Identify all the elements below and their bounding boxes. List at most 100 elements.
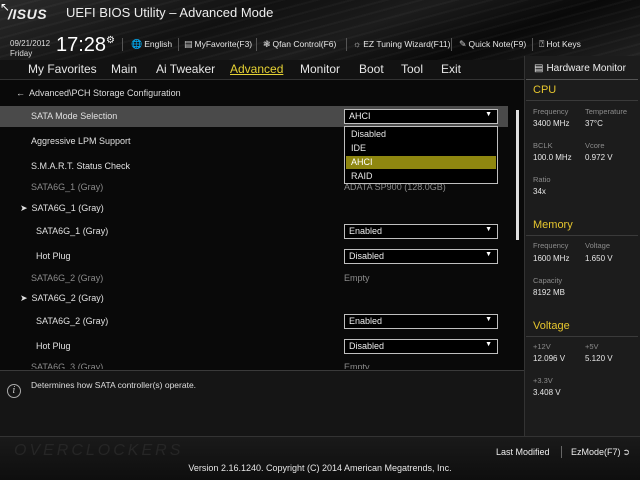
menu-tab-monitor[interactable]: Monitor <box>300 62 340 76</box>
expand-arrow-icon: ➤ <box>20 293 28 303</box>
exit-icon: ➲ <box>622 447 631 457</box>
globe-icon: 🌐 <box>131 39 143 49</box>
menu-tab-tool[interactable]: Tool <box>401 62 423 76</box>
dropdown-arrow-icon: ▼ <box>485 341 492 348</box>
sata6g-2-device: Empty <box>344 273 370 283</box>
monitor-icon: ▤ <box>184 39 193 49</box>
ezmode-button[interactable]: EzMode(F7) ➲ <box>571 447 630 458</box>
asus-logo: /ISUS <box>8 6 48 22</box>
monitor-icon: ▤ <box>534 63 544 74</box>
divider <box>526 79 638 80</box>
sata6g-2-hotplug-dropdown[interactable]: Disabled ▼ <box>344 339 498 354</box>
sata6g-1-enable-label[interactable]: SATA6G_1 (Gray) <box>36 226 108 236</box>
cpu-frequency-value: 3400 MHz <box>533 119 570 128</box>
hot-keys-button[interactable]: ⍰ Hot Keys <box>539 39 581 50</box>
gear-icon[interactable]: ⚙ <box>106 35 115 46</box>
toolbar-divider <box>256 38 257 51</box>
sata6g-1-enable-dropdown[interactable]: Enabled ▼ <box>344 224 498 239</box>
expand-arrow-icon: ➤ <box>20 203 28 213</box>
quick-note-button[interactable]: ✎ Quick Note(F9) <box>459 39 526 50</box>
last-modified-button[interactable]: Last Modified <box>496 447 550 457</box>
info-icon: i <box>7 384 21 398</box>
toolbar-divider <box>346 38 347 51</box>
cpu-ratio-label: Ratio <box>533 175 551 184</box>
voltage-3v3-label: +3.3V <box>533 376 553 385</box>
sata6g-1-info-label: SATA6G_1 (Gray) <box>31 182 104 192</box>
sata6g-2-info-label: SATA6G_2 (Gray) <box>31 273 104 283</box>
voltage-section-title: Voltage <box>533 320 570 332</box>
smart-status-label[interactable]: S.M.A.R.T. Status Check <box>31 161 130 171</box>
option-ahci[interactable]: AHCI <box>346 156 496 169</box>
cpu-temperature-label: Temperature <box>585 107 628 116</box>
voltage-5v-label: +5V <box>585 342 599 351</box>
language-button[interactable]: 🌐 English <box>131 39 172 50</box>
toolbar-divider <box>122 38 123 51</box>
voltage-12v-label: +12V <box>533 342 551 351</box>
dropdown-arrow-icon: ▼ <box>485 316 492 323</box>
memory-frequency-value: 1600 MHz <box>533 254 570 263</box>
dropdown-arrow-icon: ▼ <box>485 251 492 258</box>
date-text: 09/21/2012 <box>10 39 51 48</box>
help-icon: ⍰ <box>539 39 545 49</box>
sata6g-1-hotplug-label[interactable]: Hot Plug <box>36 251 71 261</box>
sata6g-3-device: Empty <box>344 362 370 369</box>
ez-tuning-wizard-button[interactable]: ☼ EZ Tuning Wizard(F11) <box>353 39 450 49</box>
dropdown-arrow-icon: ▼ <box>485 111 492 118</box>
sata6g-3-info-label: SATA6G_3 (Gray) <box>31 362 104 369</box>
footer-divider <box>561 446 562 458</box>
sata6g-2-hotplug-label[interactable]: Hot Plug <box>36 341 71 351</box>
sata-mode-label[interactable]: SATA Mode Selection <box>31 111 117 121</box>
sata-mode-dropdown[interactable]: AHCI ▼ <box>344 109 498 124</box>
cpu-vcore-value: 0.972 V <box>585 153 613 162</box>
menu-tab-ai-tweaker[interactable]: Ai Tweaker <box>156 62 215 76</box>
menu-tab-advanced[interactable]: Advanced <box>230 62 283 76</box>
menu-tab-my-favorites[interactable]: My Favorites <box>28 62 97 76</box>
dropdown-arrow-icon: ▼ <box>485 226 492 233</box>
date-display: 09/21/2012 Friday <box>10 40 50 58</box>
sata6g-1-hotplug-dropdown[interactable]: Disabled ▼ <box>344 249 498 264</box>
voltage-5v-value: 5.120 V <box>585 354 613 363</box>
divider <box>526 100 638 101</box>
sata6g-2-enable-label[interactable]: SATA6G_2 (Gray) <box>36 316 108 326</box>
watermark: OVERCLOCKERS <box>14 442 184 459</box>
memory-section-title: Memory <box>533 219 573 231</box>
memory-capacity-value: 8192 MB <box>533 288 566 297</box>
cpu-temperature-value: 37°C <box>585 119 603 128</box>
hardware-monitor-title: ▤ Hardware Monitor <box>534 63 626 74</box>
version-text: Version 2.16.1240. Copyright (C) 2014 Am… <box>188 463 452 473</box>
day-text: Friday <box>10 49 33 58</box>
toolbar-divider <box>451 38 452 51</box>
memory-capacity-label: Capacity <box>533 276 563 285</box>
sata6g-2-enable-dropdown[interactable]: Enabled ▼ <box>344 314 498 329</box>
menu-tab-main[interactable]: Main <box>111 62 137 76</box>
help-text: Determines how SATA controller(s) operat… <box>31 380 197 390</box>
note-icon: ✎ <box>459 39 467 49</box>
aggressive-lpm-label[interactable]: Aggressive LPM Support <box>31 136 131 146</box>
cpu-bclk-value: 100.0 MHz <box>533 153 572 162</box>
voltage-3v3-value: 3.408 V <box>533 388 561 397</box>
cpu-bclk-label: BCLK <box>533 141 553 150</box>
qfan-control-button[interactable]: ❃ Qfan Control(F6) <box>263 39 336 50</box>
cpu-frequency-label: Frequency <box>533 107 569 116</box>
sata-mode-options-list[interactable]: Disabled IDE AHCI RAID <box>344 126 498 184</box>
tuning-wizard-icon: ☼ <box>353 39 362 49</box>
back-arrow-icon[interactable]: ← <box>16 88 25 98</box>
option-raid[interactable]: RAID <box>346 170 496 183</box>
option-disabled[interactable]: Disabled <box>346 128 496 141</box>
cpu-section-title: CPU <box>533 84 557 96</box>
toolbar-divider <box>178 38 179 51</box>
option-ide[interactable]: IDE <box>346 142 496 155</box>
divider <box>526 336 638 337</box>
menu-tab-boot[interactable]: Boot <box>359 62 384 76</box>
toolbar-divider <box>532 38 533 51</box>
scrollbar[interactable] <box>516 110 519 240</box>
sata6g-1-group[interactable]: ➤ SATA6G_1 (Gray) <box>20 203 104 214</box>
clock-time: 17:28 <box>56 34 107 56</box>
memory-voltage-value: 1.650 V <box>585 254 613 263</box>
menu-tab-exit[interactable]: Exit <box>441 62 461 76</box>
myfavorite-button[interactable]: ▤ MyFavorite(F3) <box>184 39 252 50</box>
app-title: UEFI BIOS Utility – Advanced Mode <box>66 5 274 20</box>
fan-icon: ❃ <box>263 39 271 49</box>
sata6g-2-group[interactable]: ➤ SATA6G_2 (Gray) <box>20 293 104 304</box>
breadcrumb[interactable]: ← Advanced\PCH Storage Configuration <box>16 88 181 98</box>
